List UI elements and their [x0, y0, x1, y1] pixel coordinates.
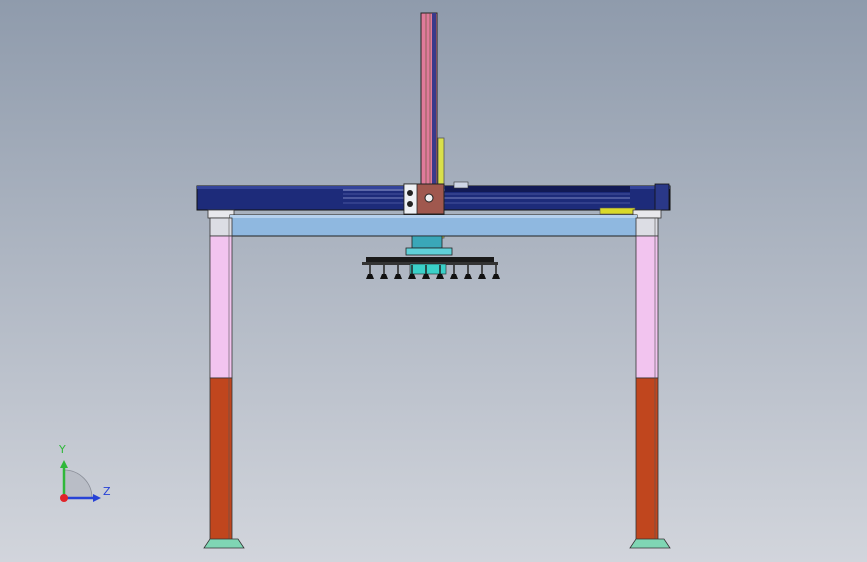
cross-beam[interactable]	[229, 214, 638, 237]
triad-z-label: Z	[103, 485, 111, 498]
gantry-model[interactable]	[0, 0, 867, 562]
carriage[interactable]	[403, 183, 445, 215]
cad-viewport[interactable]: Y Z	[0, 0, 867, 562]
triad-y-label: Y	[59, 443, 66, 456]
x-axis-origin	[60, 494, 68, 502]
